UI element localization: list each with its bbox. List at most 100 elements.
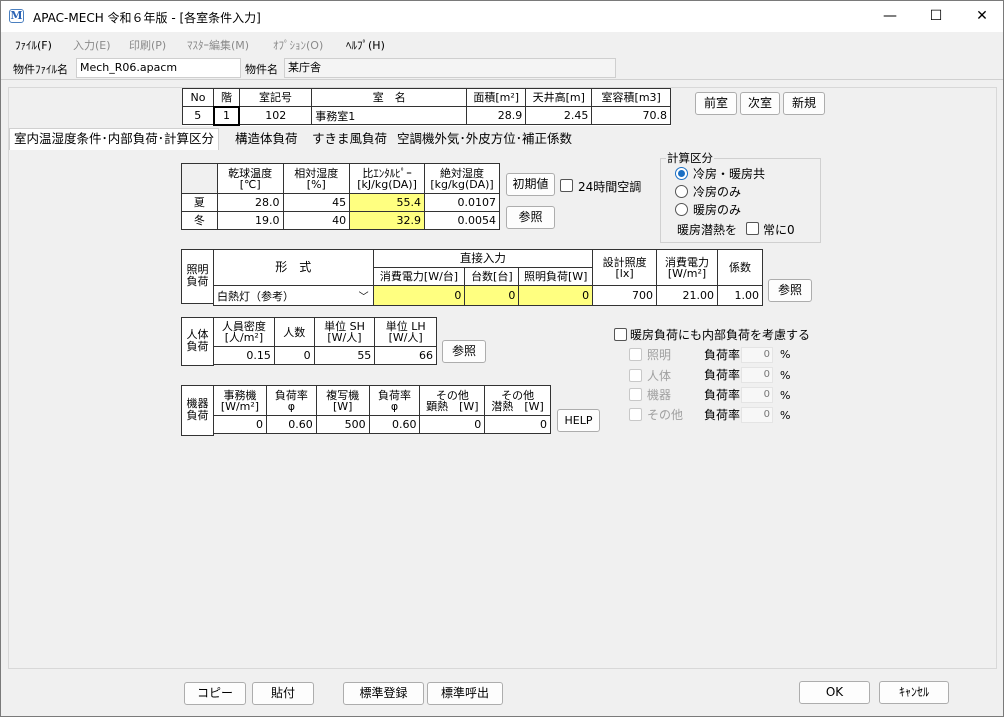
radio-heat-only[interactable] — [675, 203, 688, 216]
summer-label: 夏 — [181, 193, 218, 212]
dry-bulb-header: 乾球温度 [℃] — [216, 163, 284, 194]
summer-rel-humidity[interactable]: 45 — [282, 193, 351, 212]
radio-cool-only-label: 冷房のみ — [693, 185, 742, 199]
room-volume: 70.8 — [591, 106, 671, 125]
room-height[interactable]: 2.45 — [525, 106, 593, 125]
maximize-button[interactable]: ☐ — [913, 1, 959, 32]
room-header-no: No — [181, 88, 215, 107]
calc-type-title: 計算区分 — [666, 150, 714, 166]
tab-structure-load[interactable]: 構造体負荷 — [231, 129, 302, 150]
abs-humidity-header: 絶対湿度 [kg/kg(DA)] — [424, 163, 500, 194]
menu-options[interactable]: ｵﾌﾟｼｮﾝ(O) — [273, 37, 323, 53]
lighting-load-input[interactable]: 0 — [518, 285, 594, 306]
initial-value-button[interactable]: 初期値 — [506, 173, 555, 196]
room-header-area: 面積[m²] — [466, 88, 527, 107]
heating-equipment-rate[interactable]: 0 — [741, 387, 773, 403]
winter-dry-bulb[interactable]: 19.0 — [216, 211, 284, 230]
other-sensible-input[interactable]: 0 — [419, 415, 486, 434]
office-load-rate-input[interactable]: 0.60 — [265, 415, 317, 434]
next-room-button[interactable]: 次室 — [740, 92, 780, 115]
unit-sh-input[interactable]: 55 — [313, 346, 376, 365]
prev-room-button[interactable]: 前室 — [695, 92, 737, 115]
tab-indoor-conditions[interactable]: 室内温湿度条件･内部負荷･計算区分 — [9, 128, 220, 150]
heating-people-rate[interactable]: 0 — [741, 367, 773, 383]
heating-lighting-rate[interactable]: 0 — [741, 347, 773, 363]
winter-label: 冬 — [181, 211, 218, 230]
coefficient-input[interactable]: 1.00 — [717, 285, 763, 306]
heating-other-unit: % — [780, 409, 791, 422]
copy-button[interactable]: コピー — [184, 682, 246, 705]
summer-dry-bulb[interactable]: 28.0 — [216, 193, 284, 212]
project-name-label: 物件名 — [245, 63, 278, 76]
office-equipment-input[interactable]: 0 — [213, 415, 267, 434]
lighting-ref-button[interactable]: 参照 — [768, 279, 812, 302]
heating-lighting-unit: % — [780, 348, 791, 361]
radio-cool-only[interactable] — [675, 185, 688, 198]
menu-print[interactable]: 印刷(P) — [129, 37, 166, 53]
standard-save-button[interactable]: 標準登録 — [343, 682, 424, 705]
summer-abs-humidity: 0.0107 — [424, 193, 500, 212]
people-table: 人員密度 [人/m²] 人数 単位 SH [W/人] 単位 LH [W/人] 0… — [213, 317, 437, 365]
h24-label: 24時間空調 — [578, 180, 642, 194]
heating-lighting-checkbox[interactable] — [629, 348, 642, 361]
radio-heat-only-label: 暖房のみ — [693, 203, 742, 217]
copier-input[interactable]: 500 — [315, 415, 370, 434]
help-button[interactable]: HELP — [557, 409, 600, 432]
rel-humidity-header: 相対湿度 [%] — [282, 163, 351, 194]
room-no: 5 — [181, 106, 215, 125]
window-title: APAC-MECH 令和６年版 - [各室条件入力] — [33, 11, 261, 25]
file-name-field: Mech_R06.apacm — [76, 58, 241, 78]
room-floor-input[interactable]: 1 — [212, 105, 241, 126]
menu-master-edit[interactable]: ﾏｽﾀｰ編集(M) — [187, 37, 249, 53]
winter-rel-humidity[interactable]: 40 — [282, 211, 351, 230]
other-latent-input[interactable]: 0 — [484, 415, 551, 434]
climate-ref-button[interactable]: 参照 — [506, 206, 555, 229]
heating-internal-load-checkbox[interactable] — [614, 328, 627, 341]
lighting-form-select[interactable]: 白熱灯（参考） ﹀ — [213, 285, 374, 306]
menu-file[interactable]: ﾌｧｲﾙ(F) — [15, 37, 52, 53]
room-code[interactable]: 102 — [238, 106, 313, 125]
heating-people-checkbox[interactable] — [629, 369, 642, 382]
standard-load-button[interactable]: 標準呼出 — [427, 682, 503, 705]
power-per-unit-input[interactable]: 0 — [372, 285, 466, 306]
people-side-label: 人体 負荷 — [181, 317, 214, 366]
heating-equipment-unit: % — [780, 389, 791, 402]
tab-infiltration-load[interactable]: すきま風負荷 — [308, 129, 391, 150]
unit-count-header: 台数[台] — [464, 267, 520, 286]
direct-input-header: 直接入力 — [372, 249, 594, 268]
close-button[interactable]: ✕ — [959, 1, 1004, 32]
people-ref-button[interactable]: 参照 — [442, 340, 486, 363]
room-area[interactable]: 28.9 — [466, 106, 527, 125]
room-name[interactable]: 事務室1 — [311, 106, 468, 125]
always-zero-checkbox[interactable] — [746, 222, 759, 235]
office-load-rate-header: 負荷率 φ — [265, 385, 317, 416]
minimize-button[interactable]: — — [867, 1, 913, 32]
menu-help[interactable]: ﾍﾙﾌﾟ(H) — [346, 37, 385, 53]
heating-other-rate[interactable]: 0 — [741, 407, 773, 423]
heating-lighting-label: 照明 — [647, 348, 672, 362]
lighting-side-label: 照明 負荷 — [181, 249, 214, 304]
menu-input[interactable]: 入力(E) — [73, 37, 111, 53]
power-density-input[interactable]: 21.00 — [656, 285, 718, 306]
heating-lighting-rate-label: 負荷率 — [704, 348, 741, 362]
unit-lh-input[interactable]: 66 — [374, 346, 437, 365]
heating-other-checkbox[interactable] — [629, 408, 642, 421]
heating-equipment-checkbox[interactable] — [629, 388, 642, 401]
design-illuminance-input[interactable]: 700 — [592, 285, 658, 306]
unit-count-input[interactable]: 0 — [464, 285, 520, 306]
paste-button[interactable]: 貼付 — [252, 682, 314, 705]
new-room-button[interactable]: 新規 — [783, 92, 825, 115]
ok-button[interactable]: OK — [799, 681, 870, 704]
heating-people-label: 人体 — [647, 369, 672, 383]
project-info-bar: 物件ﾌｧｲﾙ名 Mech_R06.apacm 物件名 某庁舎 — [1, 56, 1003, 80]
cancel-button[interactable]: ｷｬﾝｾﾙ — [879, 681, 949, 704]
heating-internal-load-label: 暖房負荷にも内部負荷を考慮する — [630, 328, 811, 342]
occupant-density-input[interactable]: 0.15 — [213, 346, 275, 365]
radio-cool-heat[interactable] — [675, 167, 688, 180]
occupant-count-input[interactable]: 0 — [273, 346, 315, 365]
tab-ahu-outdoor-air[interactable]: 空調機外気･外皮方位･補正係数 — [393, 129, 576, 150]
copier-load-rate-input[interactable]: 0.60 — [368, 415, 421, 434]
radio-cool-heat-label: 冷房・暖房共 — [693, 167, 766, 181]
h24-checkbox[interactable] — [560, 179, 573, 192]
other-latent-header: その他 潜熱 [W] — [484, 385, 551, 416]
